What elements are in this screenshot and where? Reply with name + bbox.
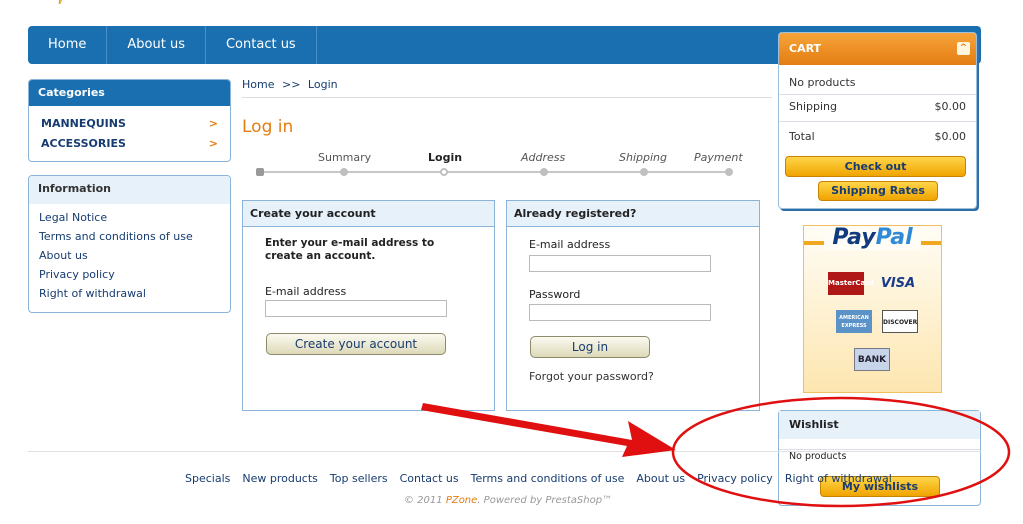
collapse-icon[interactable]: ^ xyxy=(957,42,970,55)
copyright-brand-link[interactable]: PZone xyxy=(446,495,478,506)
login-button[interactable]: Log in xyxy=(530,336,650,358)
link-legal-notice[interactable]: Legal Notice xyxy=(29,208,230,227)
information-title: Information xyxy=(29,176,230,204)
breadcrumb-home[interactable]: Home xyxy=(242,78,274,91)
cart-shipping-row: Shipping $0.00 xyxy=(779,95,976,121)
footer-link-contact-us[interactable]: Contact us xyxy=(400,472,459,485)
breadcrumb-separator: >> xyxy=(281,78,301,91)
paypal-logo: PayPal xyxy=(824,226,921,250)
breadcrumb: Home >> Login xyxy=(242,78,338,91)
login-form-title: Already registered? xyxy=(507,201,759,227)
create-email-input[interactable] xyxy=(265,300,447,317)
discover-icon: DISCOVER xyxy=(882,310,918,333)
copyright-prefix: © 2011 xyxy=(404,495,446,506)
chevron-right-icon: > xyxy=(208,137,218,150)
category-mannequins[interactable]: MANNEQUINS > xyxy=(29,114,230,134)
nav-contact-us[interactable]: Contact us xyxy=(206,26,317,64)
wishlist-status: No products xyxy=(789,451,847,462)
create-account-instructions: Enter your e-mail address to create an a… xyxy=(265,237,435,262)
footer-link-about-us[interactable]: About us xyxy=(636,472,685,485)
footer-link-terms[interactable]: Terms and conditions of use xyxy=(471,472,625,485)
forgot-password-link[interactable]: Forgot your password? xyxy=(529,370,654,383)
step-address: Address xyxy=(521,151,566,164)
cart-total-label: Total xyxy=(789,130,815,143)
footer-link-privacy[interactable]: Privacy policy xyxy=(697,472,773,485)
step-dot xyxy=(725,168,733,176)
cart-status: No products xyxy=(789,76,856,89)
copyright-suffix: . Powered by PrestaShop™ xyxy=(477,495,613,506)
bank-icon: BANK xyxy=(854,348,890,371)
categories-title: Categories xyxy=(29,80,230,106)
information-block: Information Legal Notice Terms and condi… xyxy=(28,175,231,313)
chevron-right-icon: > xyxy=(208,117,218,130)
category-accessories[interactable]: ACCESSORIES > xyxy=(29,134,230,154)
footer-divider xyxy=(28,451,981,452)
link-privacy[interactable]: Privacy policy xyxy=(29,265,230,284)
login-password-input[interactable] xyxy=(529,304,711,321)
step-dot xyxy=(540,168,548,176)
cart-header: CART ^ xyxy=(779,33,976,65)
footer-link-specials[interactable]: Specials xyxy=(185,472,230,485)
link-about-us[interactable]: About us xyxy=(29,246,230,265)
step-progress-line xyxy=(258,171,732,173)
shipping-rates-button[interactable]: Shipping Rates xyxy=(818,181,938,201)
cart-block: CART ^ No products Shipping $0.00 Total … xyxy=(778,32,977,209)
paypal-banner: PayPal MasterCard VISA AMERICAN EXPRESS … xyxy=(803,225,942,393)
link-withdrawal[interactable]: Right of withdrawal xyxy=(29,284,230,303)
category-label: ACCESSORIES xyxy=(41,137,126,150)
link-terms[interactable]: Terms and conditions of use xyxy=(29,227,230,246)
annotation-arrow xyxy=(421,403,676,457)
footer-link-new-products[interactable]: New products xyxy=(242,472,318,485)
login-password-label: Password xyxy=(529,288,581,301)
breadcrumb-current: Login xyxy=(307,78,338,91)
paypal-logo-pal: Pal xyxy=(875,225,913,250)
step-dot-current xyxy=(440,168,448,176)
categories-block: Categories MANNEQUINS > ACCESSORIES > xyxy=(28,79,231,162)
cart-status-row: No products xyxy=(779,73,976,93)
cart-title: CART xyxy=(789,42,822,55)
step-payment: Payment xyxy=(694,151,743,164)
cart-shipping-value: $0.00 xyxy=(934,100,967,113)
cart-shipping-label: Shipping xyxy=(789,100,837,113)
create-account-title: Create your account xyxy=(243,201,494,227)
create-account-button[interactable]: Create your account xyxy=(266,333,446,355)
checkout-button[interactable]: Check out xyxy=(785,156,966,177)
mastercard-icon: MasterCard xyxy=(828,272,874,295)
visa-icon: VISA xyxy=(880,276,916,291)
page-title: Log in xyxy=(242,117,294,137)
footer-links: Specials New products Top sellers Contac… xyxy=(185,472,892,485)
wishlist-block: Wishlist No products My wishlists xyxy=(778,410,981,506)
footer-link-top-sellers[interactable]: Top sellers xyxy=(330,472,388,485)
breadcrumb-divider xyxy=(242,97,772,98)
wishlist-title: Wishlist xyxy=(779,411,980,439)
nav-about-us[interactable]: About us xyxy=(107,26,206,64)
nav-home[interactable]: Home xyxy=(28,26,108,64)
step-summary[interactable]: Summary xyxy=(318,151,371,164)
cart-total-value: $0.00 xyxy=(934,130,967,143)
amex-icon: AMERICAN EXPRESS xyxy=(836,310,872,333)
login-email-label: E-mail address xyxy=(529,238,611,251)
step-login: Login xyxy=(428,151,463,164)
category-label: MANNEQUINS xyxy=(41,117,126,130)
step-start-marker xyxy=(256,168,264,176)
login-email-input[interactable] xyxy=(529,255,711,272)
create-account-form: Create your account Enter your e-mail ad… xyxy=(242,200,495,411)
login-form: Already registered? E-mail address Passw… xyxy=(506,200,760,411)
logo-fragment: ℓ xyxy=(58,0,80,4)
copyright: © 2011 PZone. Powered by PrestaShop™ xyxy=(404,495,612,506)
cart-total-row: Total $0.00 xyxy=(779,122,976,150)
create-email-label: E-mail address xyxy=(265,285,347,298)
step-dot xyxy=(640,168,648,176)
paypal-logo-pay: Pay xyxy=(832,225,876,250)
step-shipping: Shipping xyxy=(619,151,667,164)
step-dot xyxy=(340,168,348,176)
footer-link-withdrawal[interactable]: Right of withdrawal xyxy=(785,472,892,485)
